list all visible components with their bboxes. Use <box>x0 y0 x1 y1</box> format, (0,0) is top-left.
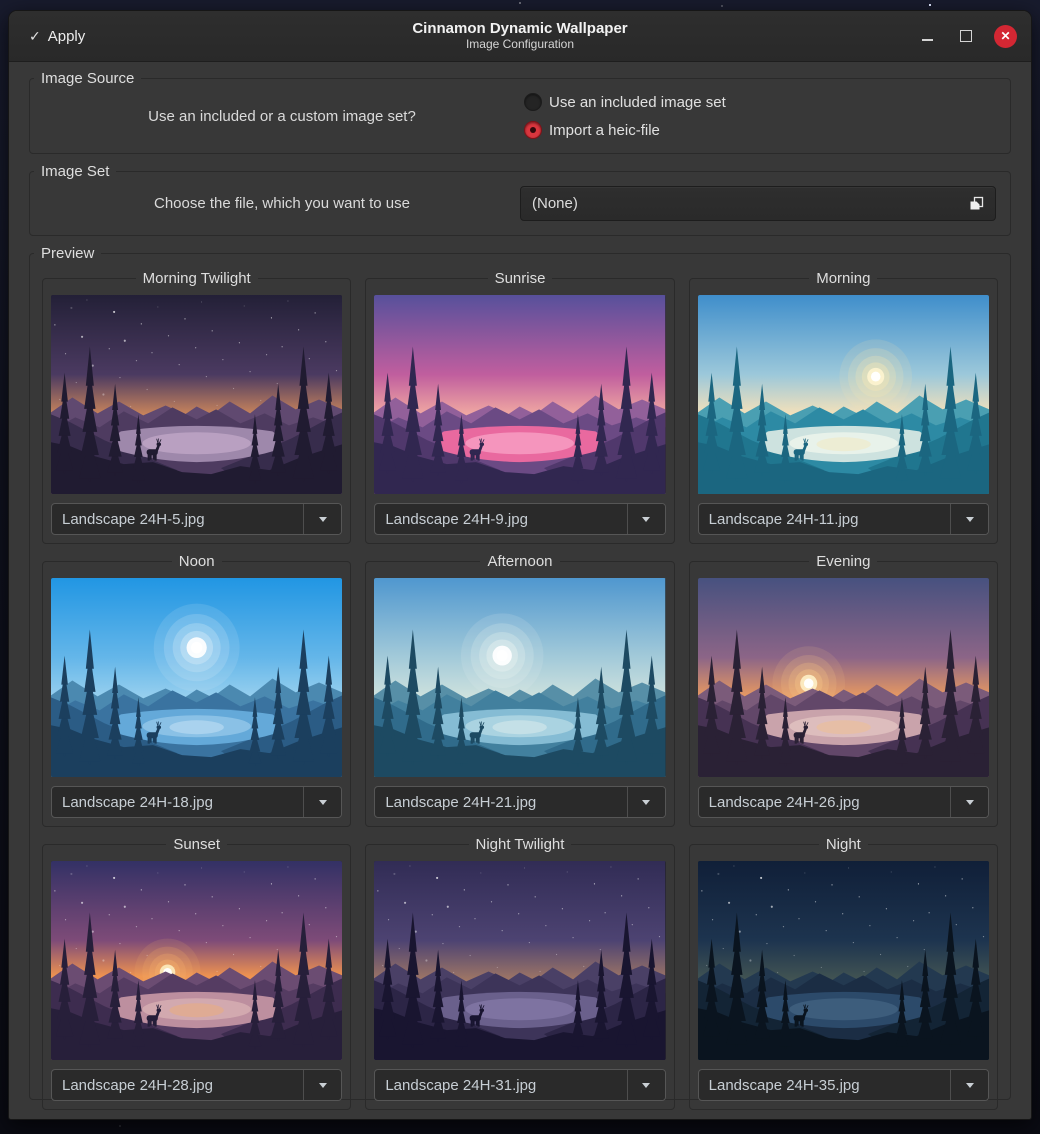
image-set-frame-label: Image Set <box>34 163 116 180</box>
title-block: Cinnamon Dynamic Wallpaper Image Configu… <box>9 20 1031 52</box>
preview-tile-sunrise: Sunrise Landscape 24H-9.jpg <box>365 270 674 544</box>
dropdown-arrow-button[interactable] <box>951 504 988 534</box>
tile-title: Evening <box>809 553 877 570</box>
window-content: Image Source Use an included or a custom… <box>9 62 1031 1119</box>
chevron-down-icon <box>319 1083 327 1092</box>
wallpaper-thumbnail <box>51 578 342 777</box>
radio-option-included-set[interactable]: Use an included image set <box>524 93 996 111</box>
chevron-down-icon <box>319 800 327 809</box>
window-controls: ✕ <box>916 25 1017 48</box>
preview-tile-morning-twilight: Morning Twilight Landscape 24H-5.jpg <box>42 270 351 544</box>
radio-label: Import a heic-file <box>549 122 660 139</box>
tile-title: Sunset <box>166 836 227 853</box>
dropdown-arrow-button[interactable] <box>304 504 341 534</box>
dropdown-arrow-button[interactable] <box>628 504 665 534</box>
image-source-frame-label: Image Source <box>34 70 141 87</box>
maximize-icon <box>960 30 972 42</box>
preview-grid: Morning Twilight Landscape 24H-5.jpg Sun… <box>30 262 1010 1120</box>
wallpaper-thumbnail <box>51 861 342 1060</box>
chevron-down-icon <box>642 800 650 809</box>
wallpaper-thumbnail <box>374 578 665 777</box>
preview-tile-night-twilight: Night Twilight Landscape 24H-31.jpg <box>365 836 674 1110</box>
preview-tile-evening: Evening Landscape 24H-26.jpg <box>689 553 998 827</box>
image-file-dropdown[interactable]: Landscape 24H-35.jpg <box>698 1069 989 1101</box>
window-subtitle: Image Configuration <box>9 37 1031 52</box>
tile-title: Noon <box>172 553 222 570</box>
dropdown-value: Landscape 24H-35.jpg <box>699 1070 951 1100</box>
file-chooser-button[interactable]: (None) <box>520 186 996 221</box>
dropdown-arrow-button[interactable] <box>304 787 341 817</box>
image-source-options: Use an included image set Import a heic-… <box>520 93 996 139</box>
dropdown-value: Landscape 24H-21.jpg <box>375 787 627 817</box>
apply-button[interactable]: ✓ Apply <box>23 24 91 49</box>
maximize-button[interactable] <box>955 25 977 47</box>
tile-title: Morning Twilight <box>136 270 258 287</box>
file-chooser-value: (None) <box>532 195 578 212</box>
preview-tile-noon: Noon Landscape 24H-18.jpg <box>42 553 351 827</box>
apply-label: Apply <box>48 28 86 45</box>
chevron-down-icon <box>642 517 650 526</box>
chevron-down-icon <box>966 517 974 526</box>
wallpaper-thumbnail <box>374 295 665 494</box>
chevron-down-icon <box>642 1083 650 1092</box>
chevron-down-icon <box>319 517 327 526</box>
tile-title: Sunrise <box>488 270 553 287</box>
dropdown-value: Landscape 24H-5.jpg <box>52 504 304 534</box>
radio-icon[interactable] <box>524 121 542 139</box>
dropdown-arrow-button[interactable] <box>951 787 988 817</box>
dropdown-arrow-button[interactable] <box>628 1070 665 1100</box>
dropdown-arrow-button[interactable] <box>951 1070 988 1100</box>
preview-tile-night: Night Landscape 24H-35.jpg <box>689 836 998 1110</box>
wallpaper-thumbnail <box>698 861 989 1060</box>
titlebar[interactable]: ✓ Apply Cinnamon Dynamic Wallpaper Image… <box>9 11 1031 62</box>
window-title: Cinnamon Dynamic Wallpaper <box>9 20 1031 37</box>
tile-title: Afternoon <box>480 553 559 570</box>
preview-tile-sunset: Sunset Landscape 24H-28.jpg <box>42 836 351 1110</box>
close-button[interactable]: ✕ <box>994 25 1017 48</box>
radio-icon[interactable] <box>524 93 542 111</box>
dropdown-arrow-button[interactable] <box>628 787 665 817</box>
dropdown-value: Landscape 24H-26.jpg <box>699 787 951 817</box>
radio-option-import-heic[interactable]: Import a heic-file <box>524 121 996 139</box>
image-file-dropdown[interactable]: Landscape 24H-26.jpg <box>698 786 989 818</box>
app-window: ✓ Apply Cinnamon Dynamic Wallpaper Image… <box>8 10 1032 1120</box>
image-source-frame: Image Source Use an included or a custom… <box>29 70 1011 154</box>
dropdown-arrow-button[interactable] <box>304 1070 341 1100</box>
chevron-down-icon <box>966 800 974 809</box>
dropdown-value: Landscape 24H-11.jpg <box>699 504 951 534</box>
file-icon <box>969 196 984 211</box>
minimize-button[interactable] <box>916 25 938 47</box>
tile-title: Night <box>819 836 868 853</box>
image-file-dropdown[interactable]: Landscape 24H-31.jpg <box>374 1069 665 1101</box>
wallpaper-thumbnail <box>374 861 665 1060</box>
image-file-dropdown[interactable]: Landscape 24H-21.jpg <box>374 786 665 818</box>
wallpaper-thumbnail <box>51 295 342 494</box>
image-file-dropdown[interactable]: Landscape 24H-5.jpg <box>51 503 342 535</box>
image-file-dropdown[interactable]: Landscape 24H-11.jpg <box>698 503 989 535</box>
chevron-down-icon <box>966 1083 974 1092</box>
image-file-dropdown[interactable]: Landscape 24H-28.jpg <box>51 1069 342 1101</box>
radio-label: Use an included image set <box>549 94 726 111</box>
minimize-icon <box>922 39 933 41</box>
dropdown-value: Landscape 24H-18.jpg <box>52 787 304 817</box>
preview-tile-afternoon: Afternoon Landscape 24H-21.jpg <box>365 553 674 827</box>
preview-tile-morning: Morning Landscape 24H-11.jpg <box>689 270 998 544</box>
image-set-frame: Image Set Choose the file, which you wan… <box>29 163 1011 236</box>
image-file-dropdown[interactable]: Landscape 24H-9.jpg <box>374 503 665 535</box>
image-source-question: Use an included or a custom image set? <box>44 108 520 125</box>
preview-frame: Preview Morning Twilight Landscape 24H-5… <box>29 245 1011 1100</box>
wallpaper-thumbnail <box>698 578 989 777</box>
image-file-dropdown[interactable]: Landscape 24H-18.jpg <box>51 786 342 818</box>
tile-title: Morning <box>809 270 877 287</box>
desktop-background: ✓ Apply Cinnamon Dynamic Wallpaper Image… <box>0 0 1040 1134</box>
dropdown-value: Landscape 24H-31.jpg <box>375 1070 627 1100</box>
dropdown-value: Landscape 24H-28.jpg <box>52 1070 304 1100</box>
file-choose-label: Choose the file, which you want to use <box>44 195 520 212</box>
dropdown-value: Landscape 24H-9.jpg <box>375 504 627 534</box>
preview-frame-label: Preview <box>34 245 101 262</box>
check-icon: ✓ <box>29 28 41 45</box>
tile-title: Night Twilight <box>469 836 572 853</box>
wallpaper-thumbnail <box>698 295 989 494</box>
